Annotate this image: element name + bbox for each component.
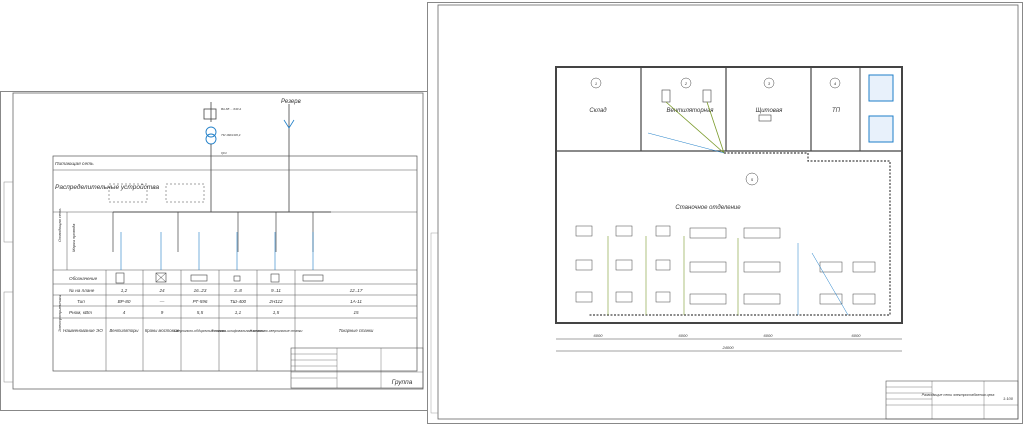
room3-name: Щитовая [756, 108, 783, 114]
row-supply-label: Питающая сеть [55, 161, 94, 167]
col3-power: 5,5 [197, 310, 204, 315]
row-power-label: Рном, кВт [69, 310, 92, 315]
col1-type: ВР-80 [118, 299, 131, 304]
col6-type: 1А-11 [350, 299, 362, 304]
col4-type: ТШ-400 [230, 299, 247, 304]
left-stamp-title: Группа [392, 379, 413, 386]
ammeter-symbol [203, 108, 217, 120]
row-wiring-label: Марки провода [71, 223, 76, 252]
col1-power: 4 [123, 310, 126, 315]
fan-1 [661, 89, 671, 103]
machine-group [575, 225, 876, 305]
col4-plan-no: 3..8 [234, 288, 242, 293]
transformer-1 [868, 74, 894, 102]
col4-power: 1,1 [235, 310, 242, 315]
room4-name: ТП [832, 108, 841, 114]
col6-plan-no: 12..17 [350, 288, 363, 293]
lathe-icon [302, 274, 324, 282]
dim-bay-3: 6000 [764, 333, 774, 338]
grinder-icon [233, 275, 241, 282]
reserve-label: Резерв [281, 99, 301, 105]
col5-power: 1,5 [273, 310, 280, 315]
col2-type: — [159, 299, 165, 304]
fan-icon [115, 272, 125, 284]
row-type-label: Тип [77, 299, 85, 304]
row-consumers-label: Электроприемники [57, 294, 62, 332]
cable-route [588, 152, 891, 316]
col1-name: Вентиляторы [109, 328, 138, 333]
right-stamp-title: Разводящие сети электроснабжения цеха [922, 393, 995, 397]
room1-number: 1 [595, 81, 597, 86]
col2-plan-no: 24 [158, 288, 165, 293]
dim-bay-2: 6000 [679, 333, 689, 338]
floor-plan-sheet: 1 Склад 2 Вентиляторная 3 Щитовая 4 ТП 5… [427, 2, 1023, 424]
row-plan-no-label: № на плане [69, 288, 95, 293]
col1-plan-no: 1,2 [121, 288, 128, 293]
row-designation-label: Обозначение [69, 276, 98, 281]
col6-name: Токарные станки [339, 328, 374, 333]
dim-total: 24000 [721, 345, 734, 350]
bench-drill-icon [270, 273, 280, 283]
switchboard [758, 114, 772, 122]
room3-number: 3 [768, 81, 771, 86]
col2-power: 9 [161, 310, 164, 315]
row-distribution-label: Распределительные устройства [55, 183, 159, 191]
dim-bay-4: 6000 [852, 333, 862, 338]
room1-name: Склад [589, 108, 607, 114]
col5-type: 2Н112 [268, 299, 283, 304]
col5-name: Настольно-сверлильные станки [250, 329, 303, 333]
room2-number: 2 [684, 81, 688, 86]
col3-type: РТ-596 [193, 299, 208, 304]
col6-power: 15 [353, 310, 359, 315]
svg-text:ТМ 160/10/0,4: ТМ 160/10/0,4 [221, 133, 241, 137]
col3-plan-no: 16..23 [194, 288, 207, 293]
right-stamp-sheet: 1:100 [1003, 396, 1014, 401]
svg-text:QF1: QF1 [221, 151, 227, 155]
col5-plan-no: 9..11 [271, 288, 281, 293]
transformer-2 [868, 115, 894, 143]
row-name-label: Наименование ЭО [63, 328, 103, 333]
fan-2 [702, 89, 712, 103]
floor-plan-drawing: 1 Склад 2 Вентиляторная 3 Щитовая 4 ТП 5… [430, 4, 1019, 420]
hall-number: 5 [751, 177, 754, 182]
svg-text:ВА-88 ... 630 A: ВА-88 ... 630 A [221, 107, 241, 111]
row-wiring-group-label: Отводящая сеть [57, 208, 62, 242]
schematic-sheet: Резерв ВА-88 ... 630 A ТМ 160/10/0,4 QF1 [0, 91, 430, 411]
schematic-drawing: Резерв ВА-88 ... 630 A ТМ 160/10/0,4 QF1 [3, 92, 424, 390]
room4-number: 4 [834, 81, 837, 86]
dim-bay-1: 6000 [594, 333, 604, 338]
hall-name: Станочное отделение [675, 205, 741, 211]
title-block [885, 380, 1019, 420]
drilling-machine-icon [190, 274, 208, 282]
